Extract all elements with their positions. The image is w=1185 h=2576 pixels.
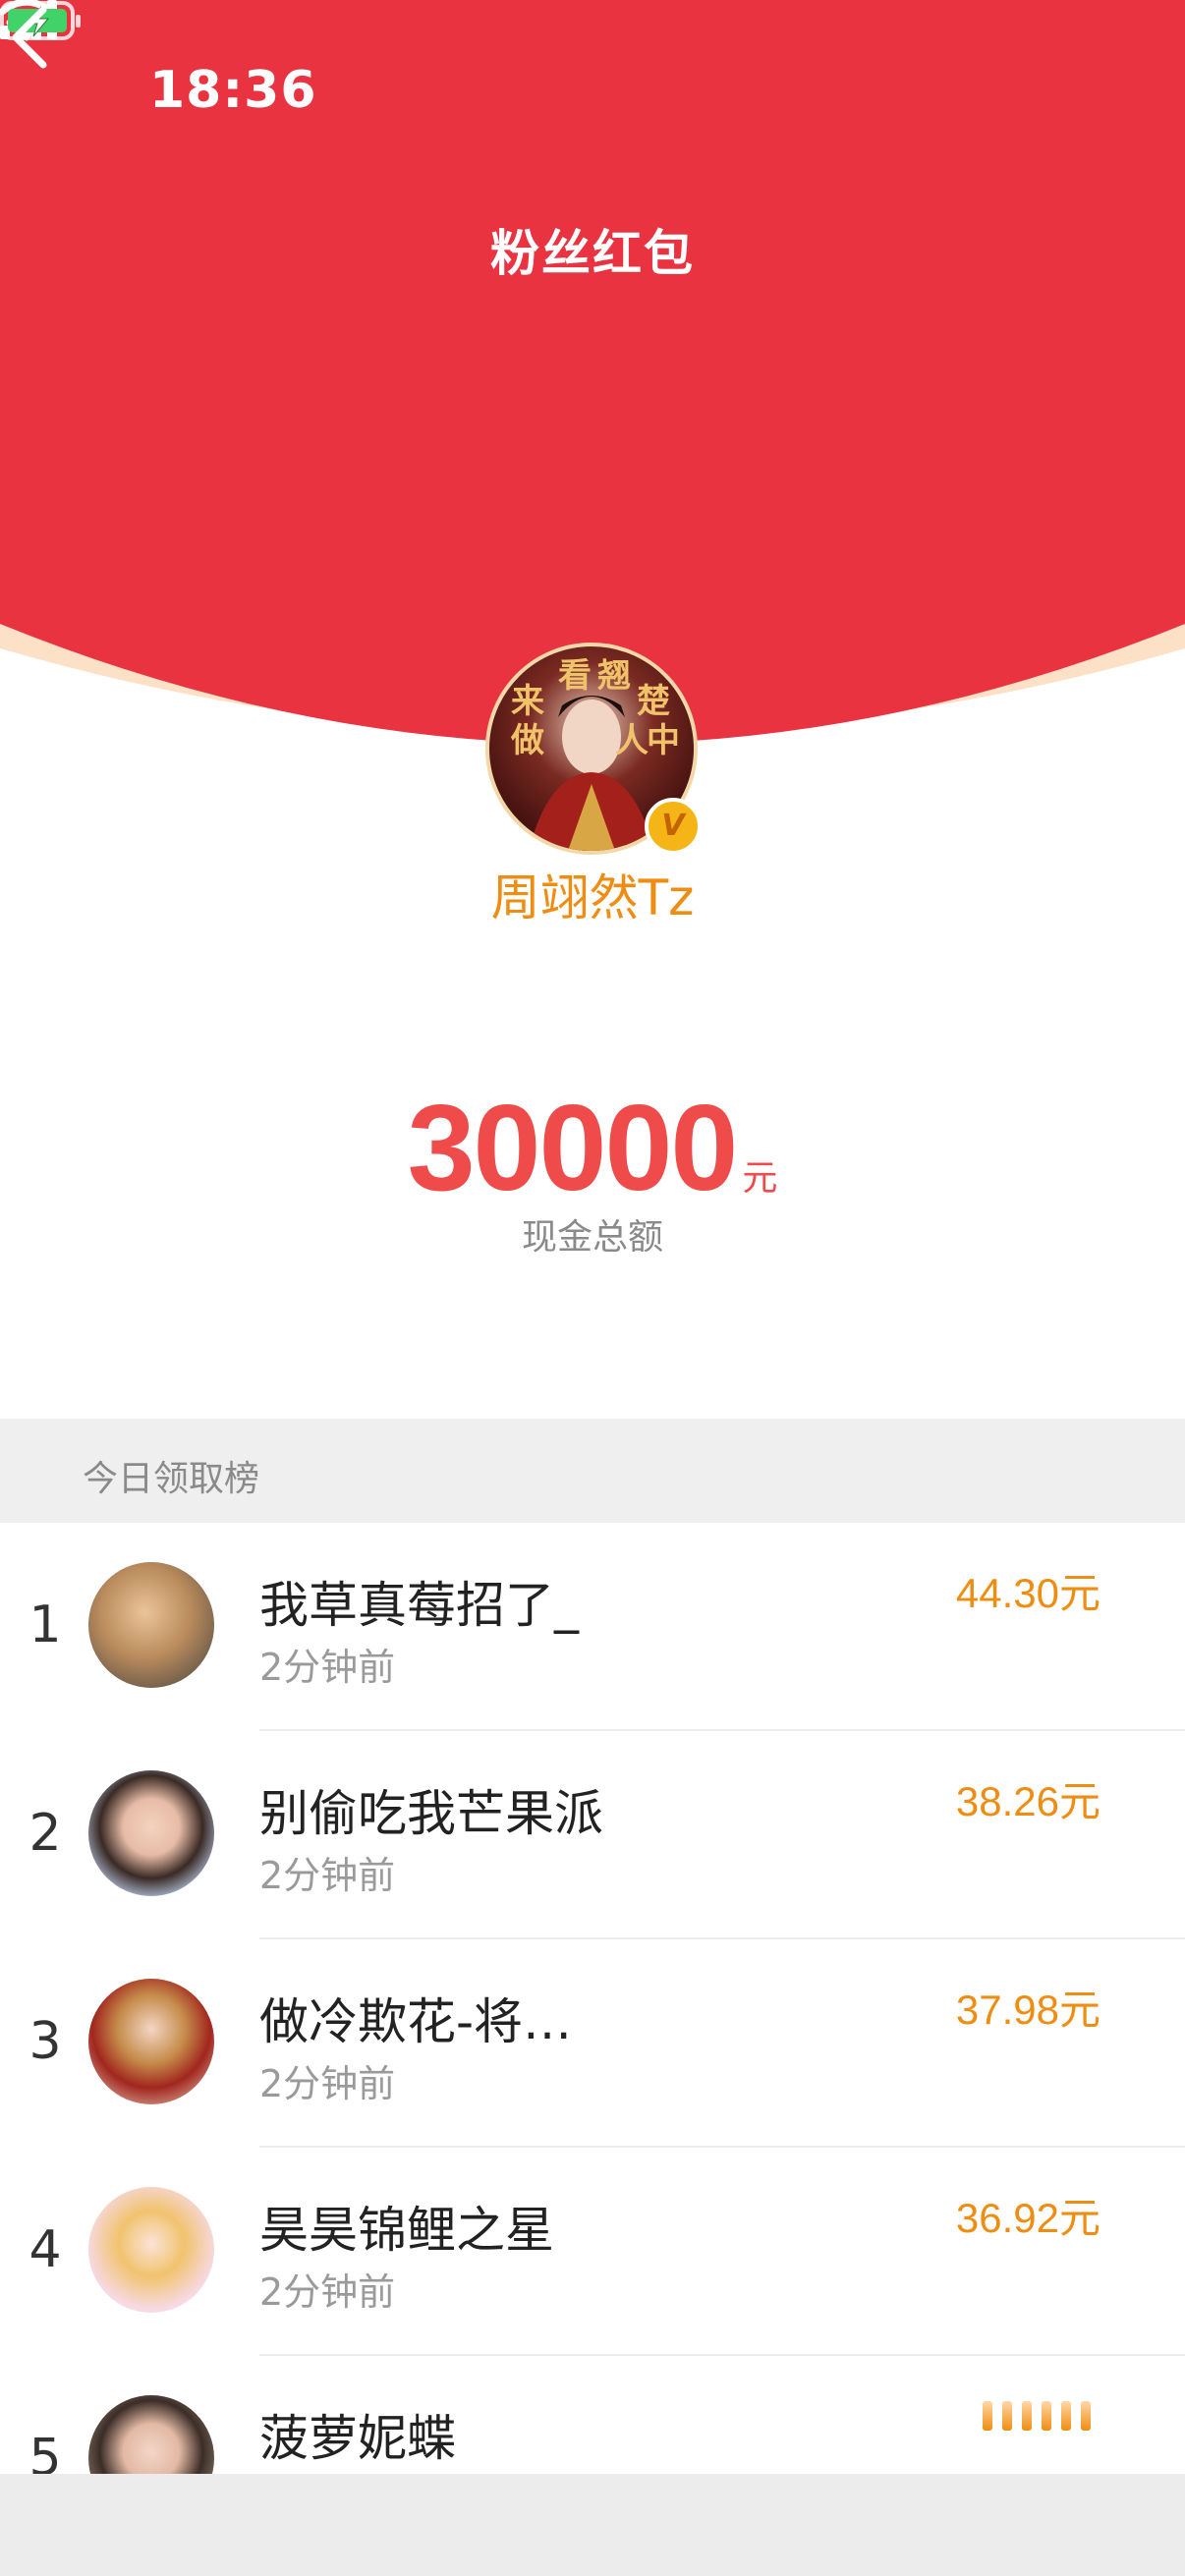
status-time: 18:36 (149, 61, 317, 120)
back-arrow-icon[interactable] (0, 0, 59, 75)
user-name: 菠萝妮蝶 (259, 2410, 456, 2467)
claim-amount: 36.92元 (955, 2195, 1100, 2241)
ranking-row-3[interactable]: 3 做冷欺花-将… 2分钟前 37.98元 (0, 1939, 1185, 2148)
ranking-row-2[interactable]: 2 别偷吃我芒果派 2分钟前 38.26元 (0, 1731, 1185, 1939)
claim-time: 2分钟前 (259, 2062, 396, 2105)
total-amount-label: 现金总额 (521, 1217, 663, 1258)
claim-amount: 44.30元 (955, 1570, 1100, 1616)
claim-time: 2分钟前 (259, 1646, 396, 1689)
user-avatar[interactable] (88, 2187, 214, 2313)
bottom-bar (0, 2474, 1185, 2576)
claim-time: 2分钟前 (259, 2270, 396, 2314)
claim-amount: 37.98元 (955, 1987, 1100, 2033)
ranking-list: 1 我草真莓招了_ 2分钟前 44.30元 2 别偷吃我芒果派 2分钟前 38.… (0, 1523, 1185, 2564)
status-bar: 18:36 (0, 0, 1185, 196)
rank-number: 4 (28, 2220, 62, 2279)
rank-number: 2 (28, 1804, 62, 1863)
user-avatar[interactable] (88, 1770, 214, 1896)
creator-username[interactable]: 周翊然Tz (0, 859, 1185, 929)
verified-badge-icon: V (645, 798, 702, 855)
ranking-title: 今日领取榜 (83, 1459, 260, 1499)
ranking-row-1[interactable]: 1 我草真莓招了_ 2分钟前 44.30元 (0, 1523, 1185, 1731)
creator-avatar[interactable]: 看 翘 来 楚 做 人 中 V (485, 643, 702, 855)
user-name: 做冷欺花-将… (259, 1993, 573, 2050)
claim-amount-obscured (983, 2393, 1100, 2440)
page-title: 粉丝红包 (490, 225, 695, 282)
user-name: 别偷吃我芒果派 (259, 1785, 603, 1842)
user-avatar[interactable] (88, 1562, 214, 1688)
total-amount: 30000 元 (0, 1079, 1185, 1218)
total-amount-value: 30000 (407, 1081, 739, 1216)
rank-number: 3 (28, 2012, 62, 2071)
user-avatar[interactable] (88, 1979, 214, 2104)
claim-amount: 38.26元 (955, 1778, 1100, 1824)
claim-time: 2分钟前 (259, 1854, 396, 1897)
user-name: 昊昊锦鲤之星 (259, 2202, 554, 2259)
ranking-header: 今日领取榜 (0, 1419, 1185, 1523)
total-amount-unit: 元 (742, 1158, 778, 1199)
ranking-row-4[interactable]: 4 昊昊锦鲤之星 2分钟前 36.92元 (0, 2148, 1185, 2356)
rank-number: 1 (28, 1596, 62, 1654)
user-name: 我草真莓招了_ (259, 1577, 579, 1634)
